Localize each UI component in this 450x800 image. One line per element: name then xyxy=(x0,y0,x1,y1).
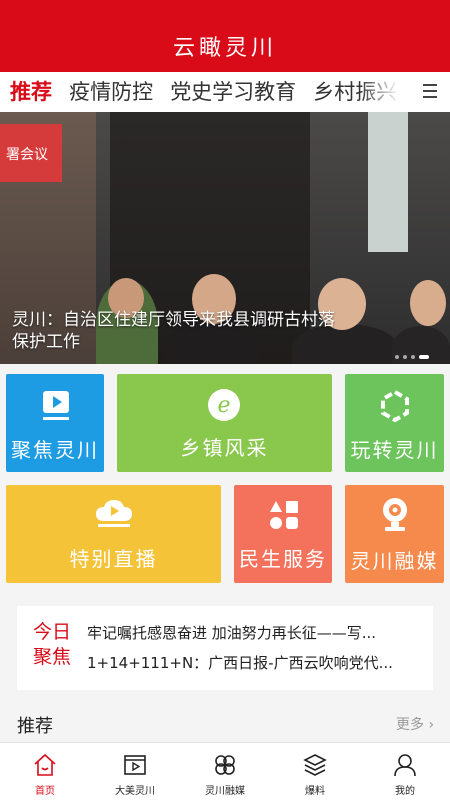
banner-carousel[interactable]: 署会议 灵川：自治区住建厅领导来我县调研古村落保护工作 xyxy=(0,112,450,364)
tile-label: 玩转灵川 xyxy=(350,438,439,462)
nav-item-tipoff[interactable]: 爆料 xyxy=(270,743,360,800)
home-icon xyxy=(34,753,56,776)
tile-label: 民生服务 xyxy=(239,547,327,571)
banner-sign: 署会议 xyxy=(0,124,62,182)
banner-caption[interactable]: 灵川：自治区住建厅领导来我县调研古村落保护工作 xyxy=(12,309,342,353)
nav-label: 大美灵川 xyxy=(115,786,155,797)
tile-explore-lingchuan[interactable]: 玩转灵川 xyxy=(345,374,444,472)
carousel-dot-active xyxy=(419,355,429,359)
carousel-dot xyxy=(395,355,399,359)
nav-label: 灵川融媒 xyxy=(205,786,245,797)
user-icon xyxy=(394,754,416,777)
more-label: 更多 xyxy=(396,717,424,733)
carousel-dot xyxy=(411,355,415,359)
tile-lingchuan-media[interactable]: 灵川融媒 xyxy=(345,485,444,583)
e-icon: e xyxy=(208,389,240,421)
headline-item[interactable]: 1+14+111+N：广西日报-广西云吹响党代... xyxy=(87,652,419,673)
app-title: 云瞰灵川 xyxy=(172,36,277,61)
nav-label: 首页 xyxy=(35,786,55,797)
tile-public-service[interactable]: 民生服务 xyxy=(234,485,332,583)
shapes-icon xyxy=(270,501,298,529)
tabs-fade xyxy=(360,72,416,112)
carousel-indicator xyxy=(395,344,433,363)
hexagon-icon xyxy=(381,390,409,422)
nav-label: 爆料 xyxy=(305,786,325,797)
carousel-dot xyxy=(403,355,407,359)
tile-label: 灵川融媒 xyxy=(350,549,439,573)
video-icon xyxy=(124,755,146,775)
tabs-track: 推荐 疫情防控 党史学习教育 乡村振兴 xyxy=(10,72,408,112)
today-focus-card: 今日聚焦 牢记嘱托感恩奋进 加油努力再长征——写... 1+14+111+N：广… xyxy=(17,606,433,690)
tile-label: 乡镇风采 xyxy=(180,436,269,460)
tab-recommend[interactable]: 推荐 xyxy=(10,72,52,112)
nav-item-beautiful-lingchuan[interactable]: 大美灵川 xyxy=(90,743,180,800)
nav-label: 我的 xyxy=(395,786,415,797)
nav-item-mine[interactable]: 我的 xyxy=(360,743,450,800)
nav-item-media[interactable]: 灵川融媒 xyxy=(180,743,270,800)
camera-icon xyxy=(383,498,407,531)
cloud-play-icon xyxy=(96,500,132,527)
category-tabs: 推荐 疫情防控 党史学习教育 乡村振兴 xyxy=(0,72,450,112)
banner-bg-scroll xyxy=(368,112,408,252)
tile-label: 聚焦灵川 xyxy=(11,438,99,462)
svg-text:e: e xyxy=(217,393,230,418)
menu-icon[interactable] xyxy=(423,84,437,98)
layers-icon xyxy=(303,754,327,776)
tab-epidemic[interactable]: 疫情防控 xyxy=(69,72,153,112)
tile-special-live[interactable]: 特别直播 xyxy=(6,485,221,583)
banner-person xyxy=(410,280,446,326)
app-header: 云瞰灵川 xyxy=(0,0,450,72)
more-link[interactable]: 更多 › xyxy=(396,714,434,734)
headline-item[interactable]: 牢记嘱托感恩奋进 加油努力再长征——写... xyxy=(87,622,419,643)
clover-icon xyxy=(215,755,235,775)
chevron-right-icon: › xyxy=(424,717,435,733)
play-icon xyxy=(43,391,69,420)
section-title: 推荐 xyxy=(17,716,53,737)
tile-focus-lingchuan[interactable]: 聚焦灵川 xyxy=(6,374,104,472)
tile-town-style[interactable]: e 乡镇风采 xyxy=(117,374,332,472)
bottom-nav: 首页 大美灵川 灵川融媒 爆料 我的 xyxy=(0,742,450,800)
tile-label: 特别直播 xyxy=(69,547,158,571)
tab-party-history[interactable]: 党史学习教育 xyxy=(170,72,296,112)
today-focus-tag: 今日聚焦 xyxy=(33,621,72,668)
nav-item-home[interactable]: 首页 xyxy=(0,743,90,800)
